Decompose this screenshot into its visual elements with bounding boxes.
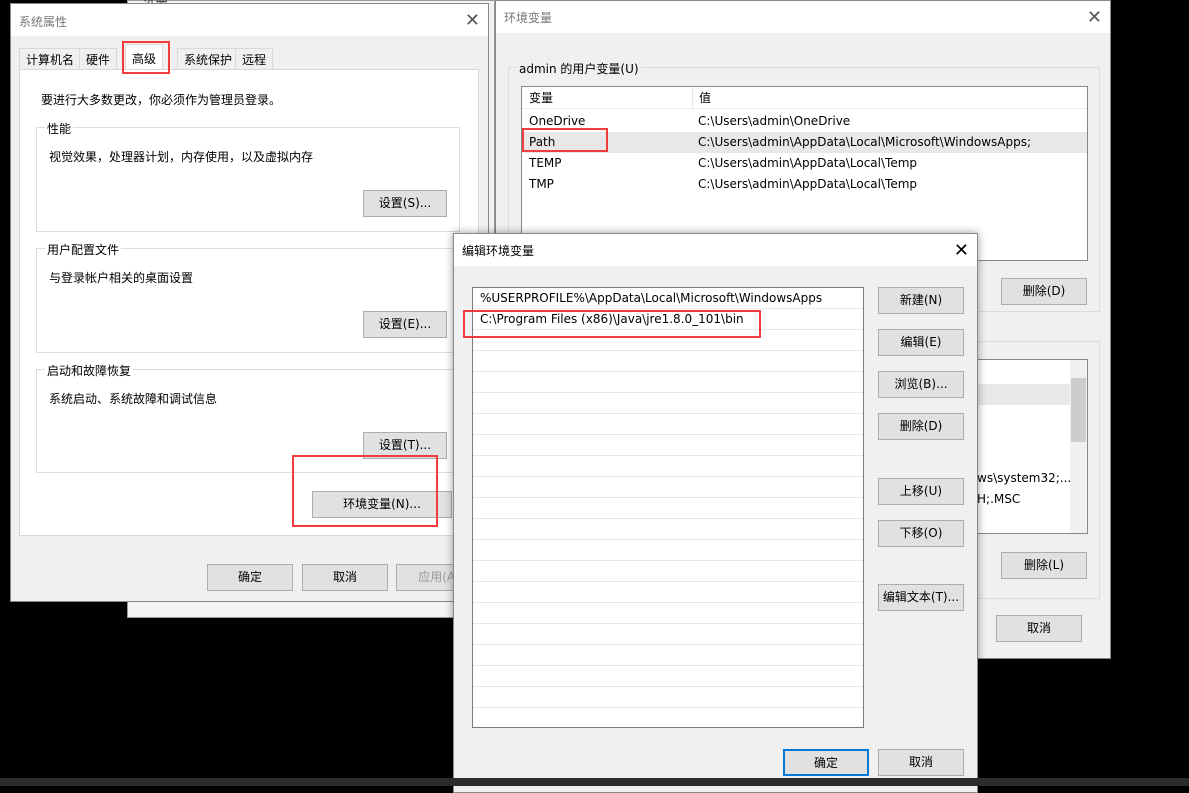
- cancel-button[interactable]: 取消: [878, 749, 964, 776]
- table-row[interactable]: TMP C:\Users\admin\AppData\Local\Temp: [522, 174, 1087, 195]
- group-label: 性能: [45, 120, 74, 137]
- edit-text-button[interactable]: 编辑文本(T)...: [878, 584, 964, 611]
- system-delete-button[interactable]: 删除(L): [1001, 552, 1087, 579]
- title-bar: 编辑环境变量 ✕: [454, 234, 977, 266]
- user-profiles-group: 用户配置文件 与登录帐户相关的桌面设置 设置(E)...: [36, 241, 460, 353]
- path-entries-list[interactable]: %USERPROFILE%\AppData\Local\Microsoft\Wi…: [472, 287, 864, 728]
- dialog-title: 系统属性: [19, 15, 68, 29]
- cancel-button[interactable]: 取消: [996, 615, 1082, 642]
- delete-button[interactable]: 删除(D): [878, 413, 964, 440]
- ok-button[interactable]: 确定: [207, 564, 293, 591]
- column-header-value[interactable]: 值: [692, 88, 711, 109]
- highlight-box-java-entry: [463, 310, 761, 338]
- group-label: 用户配置文件: [45, 241, 122, 258]
- move-up-button[interactable]: 上移(U): [878, 478, 964, 505]
- group-description: 与登录帐户相关的桌面设置: [49, 271, 194, 285]
- group-label: admin 的用户变量(U): [517, 60, 641, 77]
- close-icon[interactable]: ✕: [465, 10, 480, 31]
- group-description: 系统启动、系统故障和调试信息: [49, 392, 218, 406]
- scrollbar-thumb[interactable]: [1071, 378, 1086, 442]
- admin-notice: 要进行大多数更改，你必须作为管理员登录。: [41, 93, 282, 107]
- highlight-box-path-row: [522, 128, 608, 152]
- title-bar: 环境变量 ✕: [496, 1, 1110, 33]
- performance-settings-button[interactable]: 设置(S)...: [363, 190, 447, 217]
- user-delete-button[interactable]: 删除(D): [1001, 278, 1087, 305]
- close-icon[interactable]: ✕: [954, 240, 969, 261]
- list-item[interactable]: %USERPROFILE%\AppData\Local\Microsoft\Wi…: [473, 288, 863, 309]
- dialog-title: 环境变量: [504, 11, 553, 25]
- browse-button[interactable]: 浏览(B)...: [878, 371, 964, 398]
- performance-group: 性能 视觉效果，处理器计划，内存使用，以及虚拟内存 设置(S)...: [36, 120, 460, 232]
- user-profiles-settings-button[interactable]: 设置(E)...: [363, 311, 447, 338]
- column-header-variable[interactable]: 变量: [529, 88, 553, 109]
- group-label: 启动和故障恢复: [45, 362, 134, 379]
- table-row[interactable]: TEMP C:\Users\admin\AppData\Local\Temp: [522, 153, 1087, 174]
- move-down-button[interactable]: 下移(O): [878, 520, 964, 547]
- new-button[interactable]: 新建(N): [878, 287, 964, 314]
- highlight-box-env-button: [292, 455, 438, 527]
- cancel-button[interactable]: 取消: [302, 564, 388, 591]
- highlight-box-advanced-tab: [122, 41, 170, 74]
- ok-button[interactable]: 确定: [783, 749, 869, 776]
- close-icon[interactable]: ✕: [1087, 7, 1102, 28]
- taskbar: [0, 778, 1189, 786]
- edit-button[interactable]: 编辑(E): [878, 329, 964, 356]
- scrollbar[interactable]: [1070, 360, 1087, 533]
- dialog-title: 编辑环境变量: [462, 244, 535, 258]
- group-description: 视觉效果，处理器计划，内存使用，以及虚拟内存: [49, 150, 314, 164]
- title-bar: 系统属性 ✕: [11, 4, 488, 36]
